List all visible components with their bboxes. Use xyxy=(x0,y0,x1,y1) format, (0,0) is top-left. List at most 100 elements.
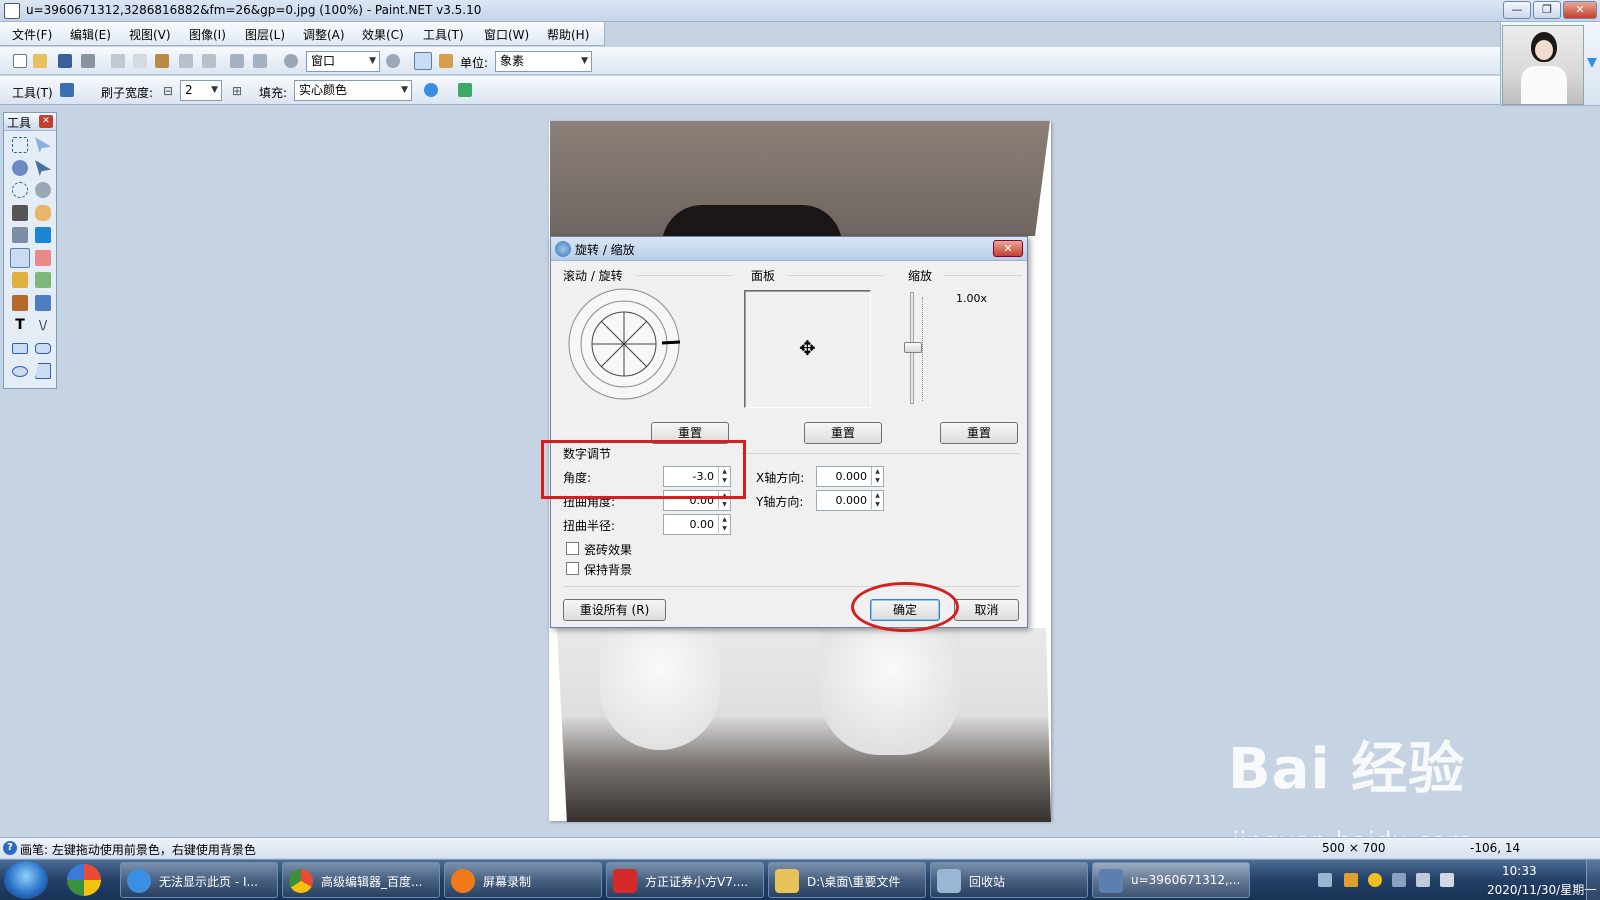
fill-select[interactable]: 实心颜色 ▼ xyxy=(294,80,412,101)
crop-icon[interactable] xyxy=(179,54,193,68)
x-axis-input[interactable]: 0.000 ▲ ▼ xyxy=(816,466,884,487)
menu-help[interactable]: 帮助(H) xyxy=(547,26,589,43)
print-icon[interactable] xyxy=(81,54,95,68)
spin-up-icon[interactable]: ▲ xyxy=(718,515,730,524)
paintbrush-icon[interactable] xyxy=(60,83,74,97)
spin-down-icon[interactable]: ▼ xyxy=(718,500,730,509)
zoom-slider-thumb[interactable] xyxy=(904,342,922,353)
menu-layers[interactable]: 图层(L) xyxy=(245,26,285,43)
twist-radius-input[interactable]: 0.00 ▲ ▼ xyxy=(663,514,731,535)
color-picker-icon[interactable] xyxy=(35,272,51,288)
spin-up-icon[interactable]: ▲ xyxy=(871,467,883,476)
zoom-in-icon[interactable] xyxy=(386,54,400,68)
save-icon[interactable] xyxy=(58,54,72,68)
keep-background-checkbox[interactable] xyxy=(566,562,579,575)
taskbar-item-editor[interactable]: 高级编辑器_百度... xyxy=(282,862,440,898)
speaker-alert-icon[interactable] xyxy=(1344,873,1358,887)
new-file-icon[interactable] xyxy=(13,54,27,68)
display-icon[interactable] xyxy=(1416,873,1430,887)
dialog-close-button[interactable]: ✕ xyxy=(993,240,1023,257)
taskbar-item-securities[interactable]: 方正证券小方V7.... xyxy=(606,862,764,898)
gradient-icon[interactable] xyxy=(35,227,51,243)
ruler-icon[interactable] xyxy=(439,54,453,68)
clone-stamp-icon[interactable] xyxy=(12,295,28,311)
zoom-select[interactable]: 窗口 ▼ xyxy=(306,51,380,72)
ellipse-select-icon[interactable] xyxy=(12,182,28,198)
show-desktop-button[interactable] xyxy=(1586,860,1600,900)
unit-select[interactable]: 象素 ▼ xyxy=(495,51,592,72)
move-cross-icon[interactable]: ✥ xyxy=(799,338,816,358)
menu-edit[interactable]: 编辑(E) xyxy=(70,26,111,43)
reset-pan-button[interactable]: 重置 xyxy=(804,422,882,444)
start-button[interactable] xyxy=(4,861,48,899)
menu-adjustments[interactable]: 调整(A) xyxy=(303,26,345,43)
clock-date[interactable]: 2020/11/30/星期一 xyxy=(1487,881,1596,898)
keyboard-icon[interactable] xyxy=(1318,873,1332,887)
freeform-shape-icon[interactable] xyxy=(35,363,51,379)
menu-effects[interactable]: 效果(C) xyxy=(362,26,404,43)
menu-view[interactable]: 视图(V) xyxy=(129,26,171,43)
zoom-tool-icon[interactable] xyxy=(35,182,51,198)
keep-background-checkbox-label[interactable]: 保持背景 xyxy=(584,561,632,578)
move-selection-icon[interactable] xyxy=(35,137,51,153)
spin-down-icon[interactable]: ▼ xyxy=(718,524,730,533)
eraser-icon[interactable] xyxy=(35,250,51,266)
line-curve-icon[interactable]: \/ xyxy=(35,317,51,333)
taskbar-item-recycle-bin[interactable]: 回收站 xyxy=(930,862,1088,898)
paste-icon[interactable] xyxy=(155,54,169,68)
menu-tools[interactable]: 工具(T) xyxy=(423,26,464,43)
reset-zoom-button[interactable]: 重置 xyxy=(940,422,1018,444)
antialias-icon[interactable] xyxy=(424,83,438,97)
ellipse-shape-icon[interactable] xyxy=(12,366,28,377)
pan-hand-icon[interactable] xyxy=(35,205,51,221)
tool-menu-label[interactable]: 工具(T) xyxy=(12,84,53,101)
zoom-out-icon[interactable] xyxy=(284,54,298,68)
network-icon[interactable] xyxy=(1392,873,1406,887)
tools-panel-close-icon[interactable]: ✕ xyxy=(39,115,53,128)
rotation-dial[interactable] xyxy=(567,287,685,405)
deselect-icon[interactable] xyxy=(202,54,216,68)
tile-checkbox-label[interactable]: 瓷砖效果 xyxy=(584,541,632,558)
menu-file[interactable]: 文件(F) xyxy=(12,26,52,43)
paintbrush-tool-icon[interactable] xyxy=(10,248,30,268)
undo-icon[interactable] xyxy=(230,54,244,68)
increase-width-icon[interactable]: ⊞ xyxy=(232,84,242,98)
maximize-button[interactable]: ❐ xyxy=(1533,1,1561,19)
cut-icon[interactable] xyxy=(111,54,125,68)
copy-icon[interactable] xyxy=(133,54,147,68)
menu-window[interactable]: 窗口(W) xyxy=(484,26,529,43)
magic-wand-icon[interactable] xyxy=(12,205,28,221)
decrease-width-icon[interactable]: ⊟ xyxy=(163,84,173,98)
paint-bucket-icon[interactable] xyxy=(12,227,28,243)
open-file-icon[interactable] xyxy=(33,54,47,68)
rectangle-select-icon[interactable] xyxy=(12,137,28,153)
pan-area[interactable]: ✥ xyxy=(744,290,871,408)
y-axis-input[interactable]: 0.000 ▲ ▼ xyxy=(816,490,884,511)
taskbar-item-screen-record[interactable]: 屏幕录制 xyxy=(444,862,602,898)
spin-down-icon[interactable]: ▼ xyxy=(871,476,883,485)
cancel-button[interactable]: 取消 xyxy=(954,599,1019,621)
clock-time[interactable]: 10:33 xyxy=(1502,864,1537,878)
rectangle-shape-icon[interactable] xyxy=(12,343,28,354)
taskbar-item-paintnet[interactable]: u=3960671312,... xyxy=(1092,862,1250,898)
text-tool-icon[interactable]: T xyxy=(12,317,28,333)
recolor-icon[interactable] xyxy=(35,295,51,311)
brush-width-select[interactable]: 2 ▼ xyxy=(180,80,222,101)
minimize-button[interactable]: — xyxy=(1503,1,1531,19)
close-button[interactable]: ✕ xyxy=(1563,1,1597,19)
taskbar-item-folder[interactable]: D:\桌面\重要文件 xyxy=(768,862,926,898)
rounded-rectangle-icon[interactable] xyxy=(35,343,51,354)
pinned-app-icon[interactable] xyxy=(67,864,101,896)
blend-mode-icon[interactable] xyxy=(458,83,472,97)
pencil-icon[interactable] xyxy=(12,272,28,288)
security-icon[interactable] xyxy=(1368,873,1382,887)
redo-icon[interactable] xyxy=(253,54,267,68)
menu-image[interactable]: 图像(I) xyxy=(189,26,226,43)
tile-checkbox[interactable] xyxy=(566,542,579,555)
move-selected-icon[interactable] xyxy=(35,160,51,176)
grid-icon[interactable] xyxy=(414,52,432,70)
reset-all-button[interactable]: 重设所有 (R) xyxy=(563,599,666,621)
volume-icon[interactable] xyxy=(1440,873,1454,887)
spin-down-icon[interactable]: ▼ xyxy=(871,500,883,509)
image-thumbnail[interactable] xyxy=(1502,25,1584,105)
